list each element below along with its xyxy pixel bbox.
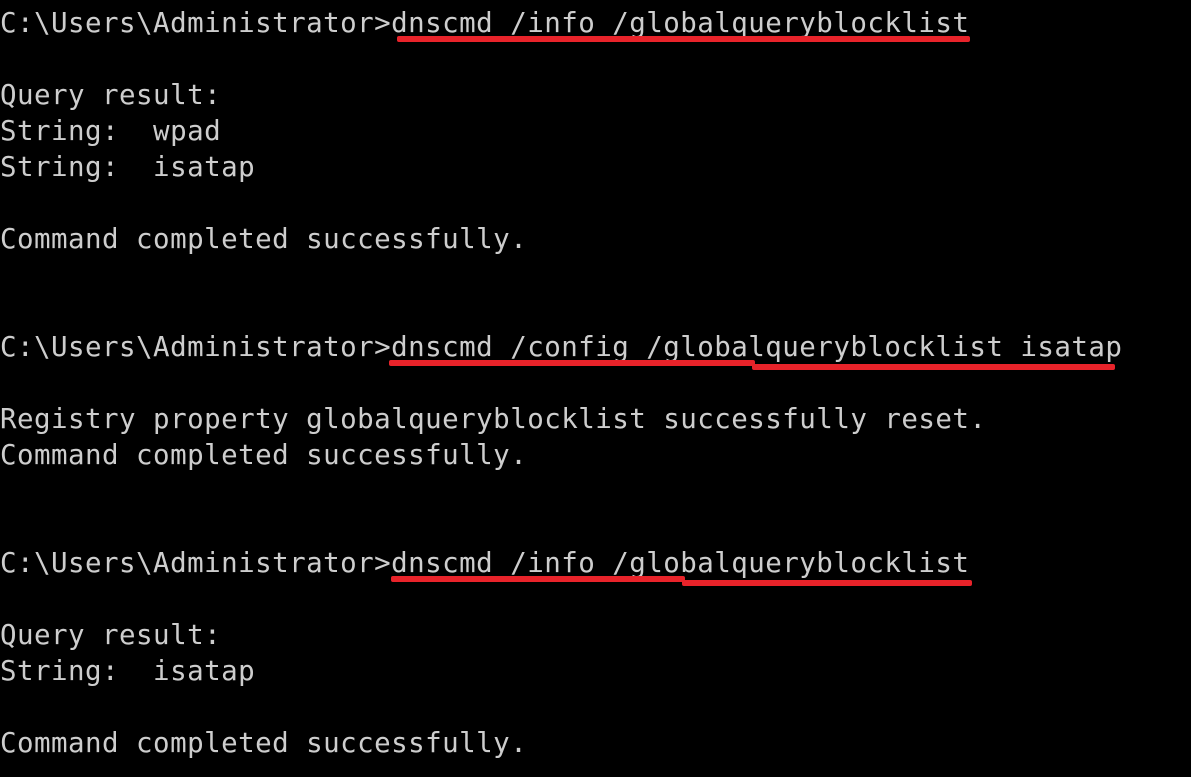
console-output-line: Command completed successfully. — [0, 727, 528, 759]
console-command-line: C:\Users\Administrator>dnscmd /config /g… — [0, 331, 1123, 363]
console-output-line: Registry property globalqueryblocklist s… — [0, 403, 987, 435]
console-output-line: String: isatap — [0, 151, 256, 183]
console-output-line: String: isatap — [0, 655, 256, 687]
console-output-line: Query result: — [0, 619, 222, 651]
console-output-line: Query result: — [0, 79, 222, 111]
console-command-line: C:\Users\Administrator>dnscmd /info /glo… — [0, 547, 970, 579]
console-command-line: C:\Users\Administrator>dnscmd /info /glo… — [0, 7, 970, 39]
console-output-line: Command completed successfully. — [0, 223, 528, 255]
command-prompt-terminal[interactable]: C:\Users\Administrator>dnscmd /info /glo… — [0, 0, 1191, 777]
console-output-line: Command completed successfully. — [0, 439, 528, 471]
console-output-line: String: wpad — [0, 115, 222, 147]
